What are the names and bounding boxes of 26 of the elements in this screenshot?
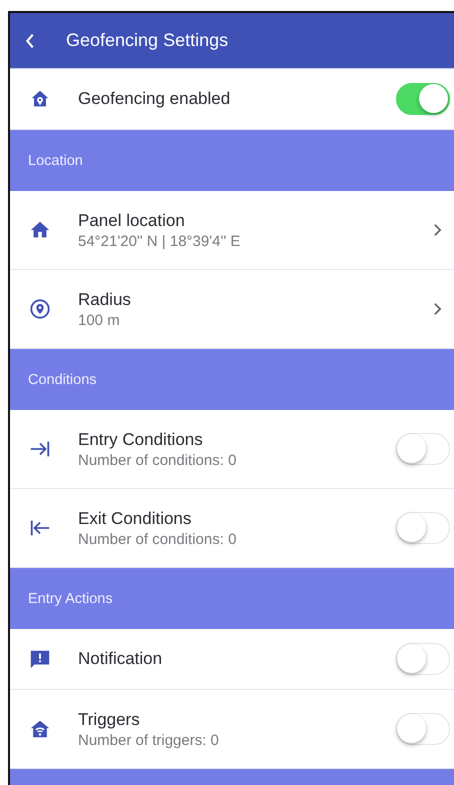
toggle-switch[interactable] <box>396 713 450 745</box>
home-wifi-icon <box>29 718 51 740</box>
item-subtitle: Number of triggers: 0 <box>78 732 220 748</box>
section-header: Conditions <box>10 349 454 410</box>
section-header: Location <box>10 130 454 191</box>
toggle-switch[interactable] <box>396 512 450 544</box>
item-subtitle: Number of conditions: 0 <box>78 452 238 468</box>
item-label: Entry Conditions <box>78 430 204 450</box>
chevron-right-icon <box>433 302 442 316</box>
item-label: Triggers <box>78 710 141 730</box>
item-label: Notification <box>78 649 164 669</box>
item-subtitle: 100 m <box>78 312 121 328</box>
item-subtitle: 54°21'20'' N | 18°39'4'' E <box>78 232 242 250</box>
item-label: Panel location <box>78 210 186 230</box>
item-label: Exit Conditions <box>78 508 192 528</box>
toggle-switch[interactable] <box>396 83 450 115</box>
message-alert-icon <box>29 648 51 670</box>
location-pin-icon <box>29 298 51 320</box>
section-header: Entry Actions <box>10 568 454 629</box>
item-subtitle: Number of conditions: 0 <box>78 530 238 548</box>
toggle-switch[interactable] <box>396 643 450 675</box>
toggle-switch[interactable] <box>396 433 450 465</box>
screen-title: Geofencing Settings <box>66 30 228 51</box>
chevron-right-icon <box>433 223 442 237</box>
item-label: Geofencing enabled <box>78 89 232 109</box>
item-label: Radius <box>78 290 132 310</box>
